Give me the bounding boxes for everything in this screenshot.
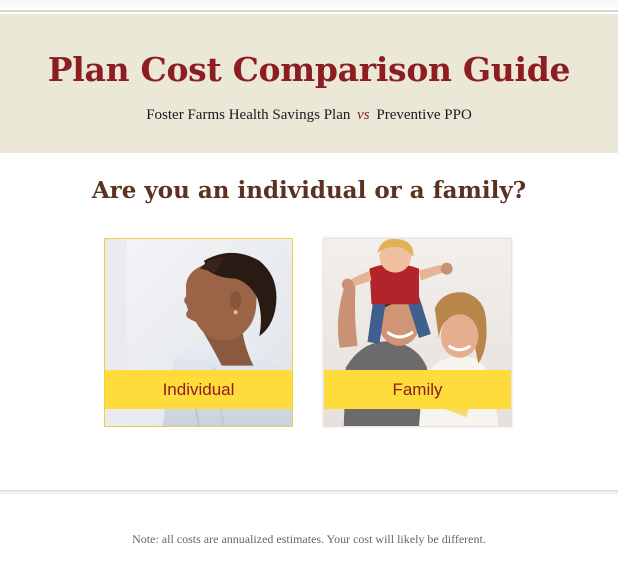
page-title: Plan Cost Comparison Guide <box>47 50 571 89</box>
family-option-card[interactable]: Family <box>323 238 512 427</box>
individual-option-label: Individual <box>105 370 292 409</box>
coverage-question: Are you an individual or a family? <box>91 177 527 204</box>
individual-option-card[interactable]: Individual <box>104 238 293 427</box>
plan-comparison-subtitle: Foster Farms Health Savings Plan vs Prev… <box>0 105 618 125</box>
family-option-label: Family <box>324 370 511 409</box>
plan-a-name: Foster Farms Health Savings Plan <box>146 107 351 123</box>
page-header: Plan Cost Comparison Guide Foster Farms … <box>0 14 618 153</box>
section-divider <box>0 490 618 496</box>
cost-disclaimer-note: Note: all costs are annualized estimates… <box>132 532 486 546</box>
top-rule <box>0 0 618 12</box>
plan-b-name: Preventive PPO <box>376 107 472 123</box>
versus-label: vs <box>357 107 370 123</box>
